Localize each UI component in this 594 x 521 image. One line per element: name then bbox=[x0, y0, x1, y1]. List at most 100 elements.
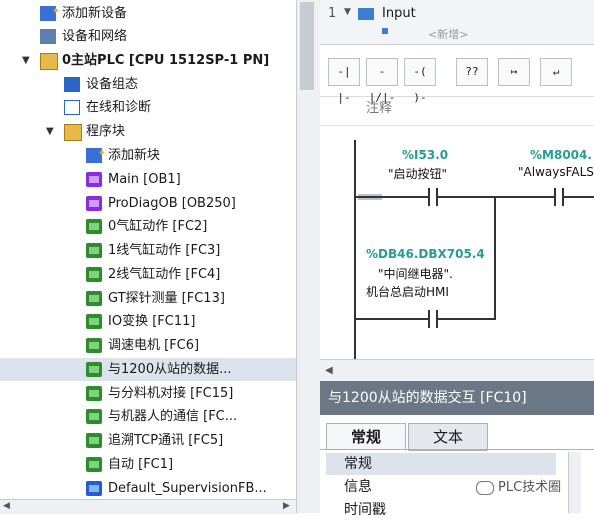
ladder-toolbar: -| |- -|/|- -( )- ?? ↦ ↵ bbox=[320, 48, 594, 104]
tree-item-fc2[interactable]: 0气缸动作 [FC2] bbox=[0, 215, 296, 238]
fc-block-icon bbox=[86, 267, 102, 282]
add-new-placeholder[interactable]: <新增> bbox=[428, 26, 468, 42]
tree-item-label: GT探针测量 [FC13] bbox=[108, 291, 225, 306]
contact2-left-bar bbox=[554, 188, 556, 206]
add-block-icon bbox=[86, 142, 106, 165]
input-param-icon bbox=[358, 8, 374, 20]
add-device-icon bbox=[40, 0, 60, 23]
scroll-left-icon[interactable]: ◀ bbox=[325, 365, 333, 376]
coil-button[interactable]: -( )- bbox=[404, 58, 436, 104]
properties-panel: 常规 文本 常规 信息 时间戳 bbox=[320, 415, 594, 518]
properties-title: 与1200从站的数据交互 [FC10] bbox=[320, 381, 594, 415]
tree-item-label: 2线气缸动作 [FC4] bbox=[108, 267, 221, 282]
contact1-left-bar bbox=[428, 188, 430, 206]
tree-item-robot-comm[interactable]: 与机器人的通信 [FC... bbox=[0, 405, 296, 428]
tree-item-main-ob1[interactable]: Main [OB1] bbox=[0, 168, 296, 191]
branch-wire bbox=[494, 196, 496, 320]
tree-item-fc6[interactable]: 调速电机 [FC6] bbox=[0, 334, 296, 357]
contact2-symbol[interactable]: "AlwaysFALS bbox=[518, 165, 594, 179]
fc-block-icon bbox=[86, 338, 102, 353]
fc-block-icon bbox=[86, 433, 102, 448]
tree-item-label: 与1200从站的数据... bbox=[108, 362, 232, 377]
fc-block-icon bbox=[86, 243, 102, 258]
tree-item-label: 自动 [FC1] bbox=[108, 457, 174, 472]
fb-block-icon bbox=[86, 481, 102, 496]
tree-item-program-blocks[interactable]: ▼ 程序块 bbox=[0, 120, 296, 143]
tree-item-label: 追溯TCP通讯 [FC5] bbox=[108, 433, 224, 448]
fc-block-icon bbox=[86, 219, 102, 234]
wire bbox=[438, 318, 496, 320]
tree-item-label: 1线气缸动作 [FC3] bbox=[108, 243, 221, 258]
tree-item-devices-networks[interactable]: 设备和网络 bbox=[0, 25, 296, 48]
expand-arrow-icon[interactable]: ▼ bbox=[22, 49, 34, 72]
online-diagnostics-icon bbox=[64, 100, 80, 115]
scroll-right-icon[interactable]: ▶ bbox=[283, 501, 290, 511]
contact2-address[interactable]: %M8004. bbox=[530, 148, 592, 162]
contact3-symbol-line1[interactable]: "中间继电器". bbox=[378, 265, 453, 282]
contact3-symbol-line2[interactable]: 机台总启动HMI bbox=[366, 283, 449, 300]
nc-contact-button[interactable]: -|/|- bbox=[366, 58, 398, 104]
wire bbox=[438, 196, 554, 198]
tree-horizontal-scrollbar[interactable]: ◀ ▶ bbox=[0, 499, 296, 514]
wire bbox=[356, 196, 428, 198]
tree-item-fc15[interactable]: 与分料机对接 [FC15] bbox=[0, 382, 296, 405]
fc-block-icon bbox=[86, 291, 102, 306]
tree-item-fc10-selected[interactable]: 与1200从站的数据... bbox=[0, 358, 296, 381]
device-config-icon bbox=[64, 77, 80, 92]
network-icon bbox=[40, 29, 56, 44]
list-item-timestamp[interactable]: 时间戳 bbox=[326, 499, 556, 521]
tree-item-fc13[interactable]: GT探针测量 [FC13] bbox=[0, 287, 296, 310]
tree-item-label: Main [OB1] bbox=[108, 172, 181, 187]
editor-horizontal-scrollbar[interactable]: ◀ bbox=[320, 359, 594, 381]
tree-item-add-block[interactable]: 添加新块 bbox=[0, 142, 296, 167]
contact1-symbol[interactable]: "启动按钮" bbox=[388, 165, 447, 182]
tree-item-label: 在线和诊断 bbox=[86, 100, 152, 115]
tree-item-add-device[interactable]: 添加新设备 bbox=[0, 0, 296, 25]
tree-item-label: IO变换 [FC11] bbox=[108, 314, 196, 329]
ob-block-icon bbox=[86, 172, 102, 187]
tree-item-label: 0气缸动作 [FC2] bbox=[108, 219, 208, 234]
watermark: PLC技术圈 bbox=[476, 476, 561, 495]
scroll-left-icon[interactable]: ◀ bbox=[3, 501, 10, 511]
no-contact-button[interactable]: -| |- bbox=[328, 58, 360, 104]
list-item-general[interactable]: 常规 bbox=[326, 453, 556, 475]
row-number: 1 bbox=[328, 6, 337, 21]
tab-text[interactable]: 文本 bbox=[408, 423, 488, 451]
folder-icon bbox=[64, 124, 82, 141]
tree-item-label: 与机器人的通信 [FC... bbox=[108, 409, 238, 424]
properties-scrollbar[interactable] bbox=[568, 452, 581, 513]
tree-item-label: 调速电机 [FC6] bbox=[108, 338, 200, 353]
wire bbox=[356, 318, 428, 320]
empty-box-button[interactable]: ?? bbox=[456, 58, 488, 86]
network-comment-label[interactable]: 注释 bbox=[366, 97, 392, 116]
contact3-address[interactable]: %DB46.DBX705.4 bbox=[366, 247, 485, 261]
tab-general[interactable]: 常规 bbox=[326, 423, 406, 450]
tree-item-plc[interactable]: ▼ 0主站PLC [CPU 1512SP-1 PN] bbox=[0, 49, 296, 72]
collapse-arrow-icon[interactable]: ▼ bbox=[344, 7, 351, 17]
expand-arrow-icon[interactable]: ▼ bbox=[46, 120, 58, 143]
tree-item-fc5[interactable]: 追溯TCP通讯 [FC5] bbox=[0, 429, 296, 452]
tree-item-label: 与分料机对接 [FC15] bbox=[108, 386, 234, 401]
tree-item-supervision-fb[interactable]: Default_SupervisionFB... bbox=[0, 477, 296, 499]
tree-item-device-config[interactable]: 设备组态 bbox=[0, 73, 296, 96]
tree-item-fc3[interactable]: 1线气缸动作 [FC3] bbox=[0, 239, 296, 262]
fc-block-icon bbox=[86, 409, 102, 424]
tree-item-label: 添加新块 bbox=[108, 148, 161, 163]
plc-icon bbox=[40, 53, 58, 70]
wire bbox=[564, 196, 594, 198]
divider bbox=[320, 449, 594, 450]
tree-item-online-diagnostics[interactable]: 在线和诊断 bbox=[0, 96, 296, 119]
tree-item-label: 程序块 bbox=[86, 124, 126, 139]
interface-input-label: Input bbox=[382, 6, 416, 21]
scrollbar-thumb[interactable] bbox=[300, 2, 314, 90]
contact1-address[interactable]: %I53.0 bbox=[402, 148, 448, 162]
watermark-text: PLC技术圈 bbox=[498, 480, 562, 495]
tree-item-fc4[interactable]: 2线气缸动作 [FC4] bbox=[0, 263, 296, 286]
tree-item-fc1[interactable]: 自动 [FC1] bbox=[0, 453, 296, 476]
open-branch-button[interactable]: ↦ bbox=[498, 58, 530, 86]
close-branch-button[interactable]: ↵ bbox=[540, 58, 572, 86]
tree-item-prodiag-ob250[interactable]: ProDiagOB [OB250] bbox=[0, 192, 296, 215]
power-rail bbox=[354, 140, 356, 359]
tree-item-fc11[interactable]: IO变换 [FC11] bbox=[0, 310, 296, 333]
tree-item-label: 添加新设备 bbox=[62, 6, 128, 21]
